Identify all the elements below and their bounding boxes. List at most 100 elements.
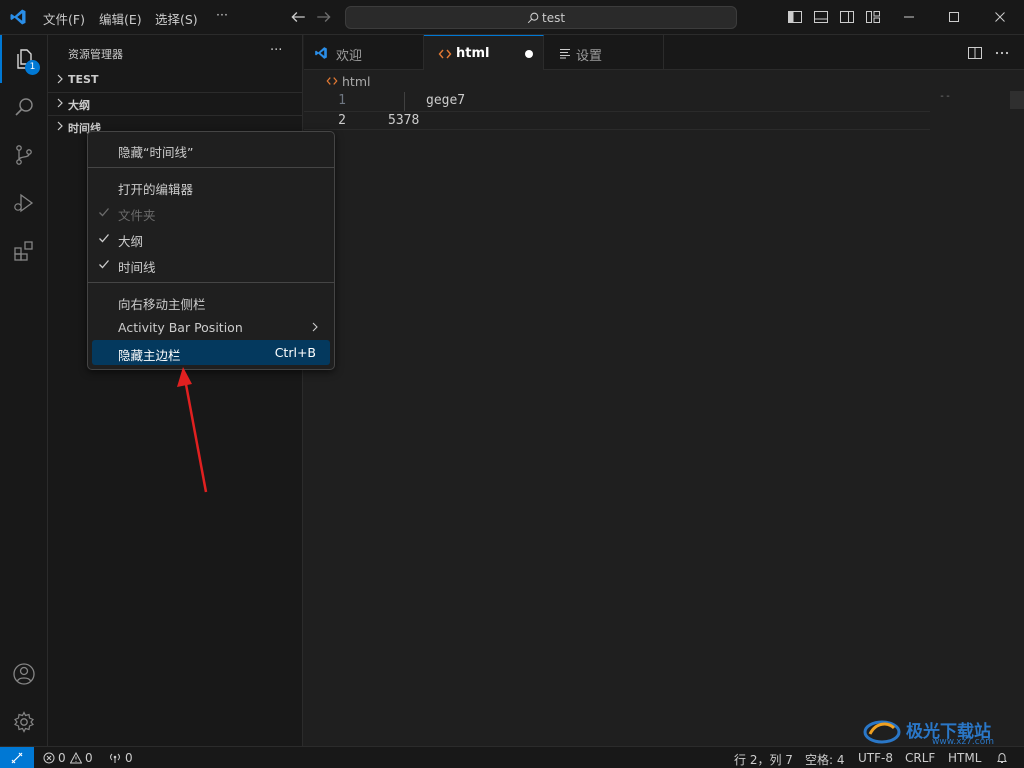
menu-item-shortcut: Ctrl+B [274, 345, 316, 360]
menu-separator [88, 167, 334, 168]
ports-count[interactable]: 0 [125, 751, 133, 765]
line-number: 2 [338, 113, 346, 128]
remote-icon [11, 752, 23, 764]
language-mode[interactable]: HTML [948, 751, 981, 765]
html-file-icon [326, 77, 338, 85]
minimize-icon[interactable] [902, 10, 916, 24]
activity-search[interactable] [0, 83, 48, 131]
menu-item-label: 大纲 [118, 234, 144, 249]
explorer-badge: 1 [25, 60, 40, 75]
command-center-text: test [542, 11, 566, 25]
activity-accounts[interactable] [0, 650, 48, 698]
menu-file[interactable]: 文件(F) [43, 9, 85, 28]
forward-arrow-icon[interactable] [315, 8, 333, 26]
vscode-logo-icon [10, 9, 26, 25]
menu-item-label: 时间线 [118, 260, 156, 275]
settings-list-icon [560, 49, 570, 59]
split-editor-icon[interactable] [967, 45, 983, 61]
menu-more[interactable]: ··· [216, 7, 228, 22]
menu-selection[interactable]: 选择(S) [155, 9, 198, 28]
menu-item-label: 打开的编辑器 [118, 182, 194, 197]
html-file-icon [438, 49, 452, 59]
command-center-search[interactable]: test [345, 6, 737, 29]
menu-item-outline[interactable]: 大纲 [92, 226, 330, 251]
close-icon[interactable] [993, 10, 1007, 24]
editor-scrollbar[interactable] [1010, 91, 1024, 109]
minimap[interactable]: -- [939, 91, 951, 102]
remote-indicator[interactable] [0, 747, 34, 768]
toggle-secondary-sidebar-icon[interactable] [839, 9, 855, 25]
error-count[interactable]: 0 [58, 751, 66, 765]
back-arrow-icon[interactable] [289, 8, 307, 26]
gear-icon [14, 711, 34, 733]
watermark-logo: 极光下载站 www.xz7.com [862, 714, 1022, 747]
check-icon [99, 260, 109, 269]
menu-item-label: 隐藏“时间线” [118, 145, 194, 160]
indentation[interactable]: 空格: 4 [805, 751, 845, 768]
cursor-position[interactable]: 行 2，列 7 [734, 751, 793, 768]
run-debug-icon [14, 193, 34, 213]
search-icon [15, 98, 33, 116]
activity-manage[interactable] [0, 698, 48, 746]
tab-settings[interactable]: 设置 [544, 35, 664, 70]
encoding[interactable]: UTF-8 [858, 751, 893, 765]
code-editor[interactable]: 1 gege7 2 5378 -- [304, 91, 1024, 746]
menu-item-label: 文件夹 [118, 208, 156, 223]
chevron-right-icon [312, 322, 318, 332]
menu-item-move-sidebar-right[interactable]: 向右移动主侧栏 [92, 289, 330, 314]
menu-item-open-editors[interactable]: 打开的编辑器 [92, 174, 330, 199]
sidebar-title: 资源管理器 [68, 48, 123, 61]
editor-tabs: 欢迎 html 设置 [304, 35, 1024, 70]
menu-item-hide-timeline[interactable]: 隐藏“时间线” [92, 137, 330, 162]
section-test[interactable]: TEST [48, 69, 303, 91]
maximize-icon[interactable] [947, 10, 961, 24]
menu-item-hide-primary-sidebar[interactable]: 隐藏主边栏 Ctrl+B [92, 340, 330, 365]
tab-label: html [456, 46, 490, 61]
activity-bar: 1 [0, 35, 48, 746]
toggle-panel-icon[interactable] [813, 9, 829, 25]
aurora-logo-icon [863, 720, 901, 744]
status-bar: 0 0 0 行 2，列 7 空格: 4 UTF-8 CRLF HTML [0, 746, 1024, 768]
menu-item-label: 向右移动主侧栏 [118, 297, 206, 312]
unsaved-dot-icon[interactable] [525, 50, 533, 58]
chevron-right-icon [57, 98, 63, 108]
activity-run-debug[interactable] [0, 179, 48, 227]
section-label: TEST [68, 73, 99, 86]
menu-edit[interactable]: 编辑(E) [99, 9, 142, 28]
chevron-right-icon [57, 74, 63, 84]
warning-icon[interactable] [70, 752, 82, 764]
menu-item-activity-bar-position[interactable]: Activity Bar Position [92, 315, 330, 340]
chevron-right-icon [57, 121, 63, 131]
tab-label: 欢迎 [336, 49, 363, 64]
warning-count[interactable]: 0 [85, 751, 93, 765]
account-icon [13, 663, 35, 685]
section-outline[interactable]: 大纲 [48, 92, 303, 114]
activity-source-control[interactable] [0, 131, 48, 179]
broadcast-icon[interactable] [109, 752, 121, 764]
more-actions-icon[interactable] [994, 45, 1010, 61]
code-line: 1 gege7 [304, 92, 930, 111]
activity-extensions[interactable] [0, 227, 48, 275]
error-icon[interactable] [43, 752, 55, 764]
extensions-icon [14, 241, 33, 261]
line-text: gege7 [426, 93, 466, 108]
toggle-primary-sidebar-icon[interactable] [787, 9, 803, 25]
annotation-arrow-icon [177, 367, 208, 493]
activity-explorer[interactable]: 1 [0, 35, 48, 83]
section-label: 大纲 [68, 99, 90, 112]
customize-layout-icon[interactable] [865, 9, 881, 25]
line-text: 5378 [388, 113, 420, 128]
bell-icon[interactable] [996, 752, 1008, 764]
check-icon [99, 234, 109, 243]
end-of-line[interactable]: CRLF [905, 751, 935, 765]
search-icon [527, 12, 539, 24]
tab-html[interactable]: html [424, 35, 544, 70]
menu-item-label: Activity Bar Position [118, 320, 243, 335]
tab-welcome[interactable]: 欢迎 [304, 35, 424, 70]
menu-item-timeline[interactable]: 时间线 [92, 252, 330, 277]
sidebar-more-button[interactable]: ··· [270, 43, 288, 59]
indent-guide [404, 92, 405, 111]
active-indicator [0, 35, 2, 83]
sidebar-context-menu: 隐藏“时间线” 打开的编辑器 文件夹 大纲 时间线 向右移动主侧栏 Activi… [87, 131, 335, 370]
breadcrumb-file[interactable]: html [342, 74, 370, 89]
